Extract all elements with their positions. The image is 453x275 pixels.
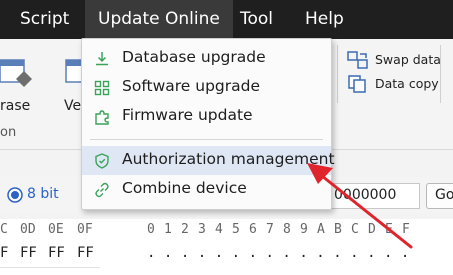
ascii-col-header: 9 [300, 222, 308, 237]
ascii-col-header: 8 [283, 222, 291, 237]
hex-cell[interactable]: FF [48, 245, 65, 261]
erase-icon [0, 59, 32, 87]
menu-item-firmware-update[interactable]: Firmware update [82, 102, 331, 131]
menu-help[interactable]: Help [305, 0, 344, 39]
ascii-col-header: D [368, 222, 376, 237]
bit-label: 8 bit [27, 186, 59, 202]
ascii-row: ................ [147, 245, 418, 261]
go-button[interactable]: Go [426, 183, 453, 209]
ascii-col-header: 5 [232, 222, 240, 237]
update-online-dropdown: Database upgrade Software upgrade Firmwa… [81, 38, 335, 210]
swap-data-icon [347, 51, 368, 69]
ascii-col-header: B [334, 222, 342, 237]
ascii-col-header: 2 [181, 222, 189, 237]
bit-radio-button[interactable] [7, 187, 23, 203]
puzzle-icon [95, 110, 109, 125]
ascii-col-header: 0 [147, 222, 155, 237]
menu-bar: Script Update Online Tool Help [0, 0, 453, 39]
hex-cell[interactable]: FF [77, 245, 94, 261]
grid-icon [94, 80, 110, 96]
erase-button-label[interactable]: rase [0, 98, 30, 114]
ascii-col-header: C [351, 222, 359, 237]
address-input[interactable]: 0000000 [330, 183, 420, 209]
data-copy-button[interactable]: Data copy [375, 76, 439, 91]
menu-update-online[interactable]: Update Online [85, 0, 233, 39]
hex-col-header: 0D [20, 222, 36, 237]
hex-col-header: 0F [77, 222, 93, 237]
menu-item-label: Combine device [122, 179, 247, 197]
menu-item-label: Database upgrade [122, 48, 266, 66]
menu-item-label: Software upgrade [122, 77, 261, 95]
ribbon-separator [337, 45, 338, 103]
ascii-col-header: 6 [249, 222, 257, 237]
verify-icon [65, 59, 82, 83]
hex-header: C 0D 0E 0F 0123456789ABCDEF [0, 219, 453, 241]
address-value: 0000000 [334, 187, 397, 203]
ascii-col-header: 1 [164, 222, 172, 237]
link-icon [95, 182, 109, 198]
menu-item-software-upgrade[interactable]: Software upgrade [82, 73, 331, 102]
go-button-label: Go [435, 187, 453, 203]
shield-icon [95, 153, 109, 169]
ascii-col-header: 7 [266, 222, 274, 237]
hex-cell[interactable]: F [0, 245, 8, 261]
swap-data-button[interactable]: Swap data [375, 52, 441, 67]
verify-button-label[interactable]: Ve [64, 98, 81, 114]
ascii-col-header: 4 [215, 222, 223, 237]
ascii-col-header: 3 [198, 222, 206, 237]
download-icon [96, 52, 108, 66]
hex-row: F FF FF FF ................ [0, 241, 453, 275]
menu-tool[interactable]: Tool [240, 0, 273, 39]
hex-col-header: C [0, 222, 8, 237]
hex-cell[interactable]: FF [20, 245, 37, 261]
ascii-col-header: E [385, 222, 393, 237]
row-divider [0, 267, 100, 268]
menu-item-label: Authorization management [122, 150, 335, 168]
menu-item-database-upgrade[interactable]: Database upgrade [82, 44, 331, 73]
ascii-col-header: F [402, 222, 410, 237]
menu-item-combine-device[interactable]: Combine device [82, 175, 331, 204]
ribbon-separator-2 [440, 45, 441, 103]
menu-item-label: Firmware update [122, 106, 253, 124]
menu-separator [90, 139, 323, 140]
ascii-col-header: A [317, 222, 325, 237]
data-copy-icon [348, 75, 366, 93]
ribbon-group-label: on [0, 125, 17, 140]
menu-item-authorization-management[interactable]: Authorization management [82, 146, 335, 175]
hex-col-header: 0E [48, 222, 64, 237]
menu-script[interactable]: Script [20, 0, 69, 39]
